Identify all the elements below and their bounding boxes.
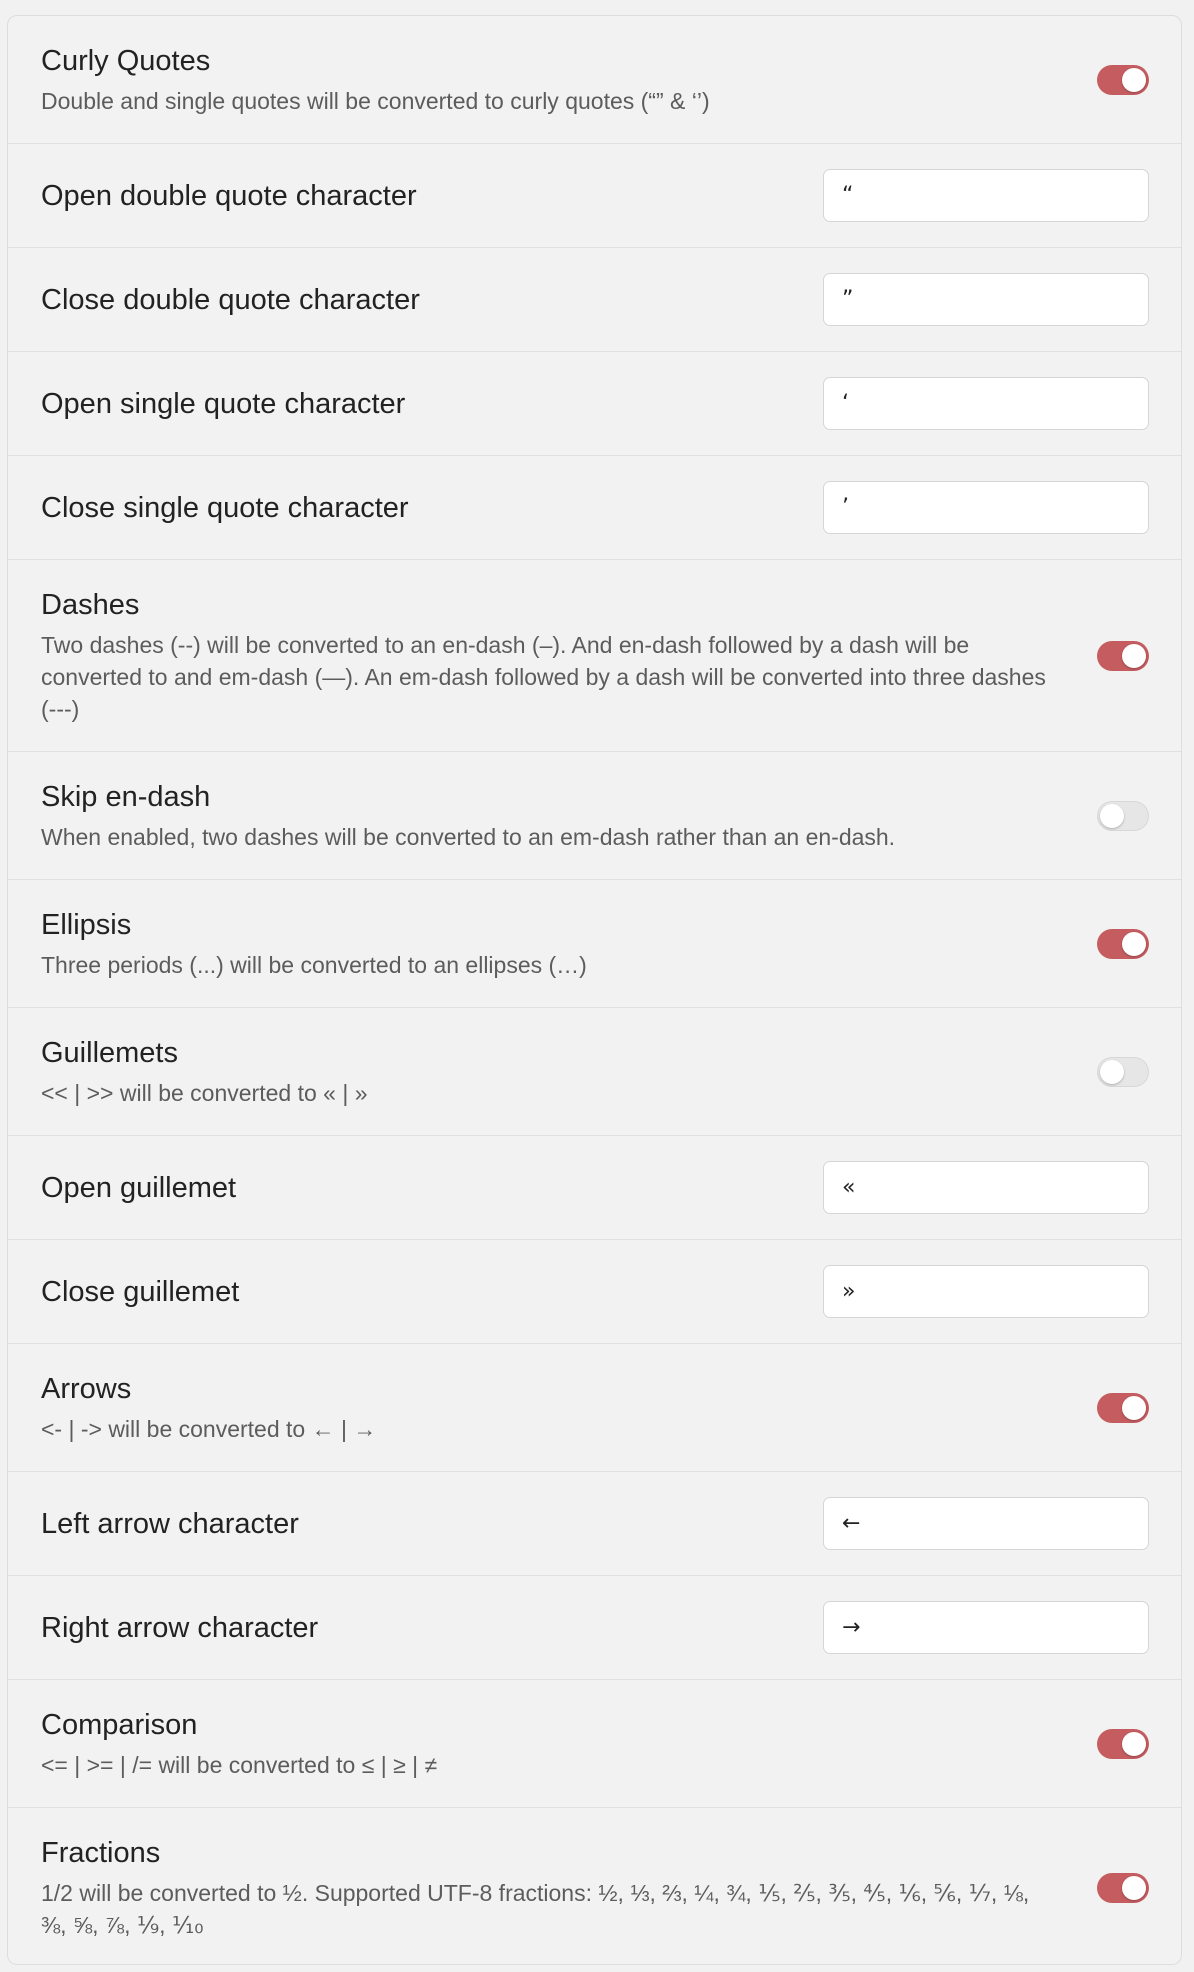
- setting-description: << | >> will be converted to « | »: [41, 1079, 368, 1106]
- toggle-knob: [1100, 803, 1124, 828]
- setting-open-single-quote: Open single quote character: [8, 352, 1181, 456]
- setting-skip-en-dash: Skip en-dash When enabled, two dashes wi…: [8, 752, 1181, 880]
- setting-close-single-quote: Close single quote character: [8, 456, 1181, 560]
- setting-title: Open single quote character: [41, 387, 406, 420]
- toggle-knob: [1122, 931, 1146, 956]
- curly-quotes-toggle[interactable]: [1097, 64, 1149, 95]
- right-arrow-input[interactable]: [823, 1601, 1149, 1654]
- ellipsis-toggle[interactable]: [1097, 928, 1149, 959]
- close-guillemet-input[interactable]: [823, 1265, 1149, 1318]
- setting-info: Open guillemet: [41, 1170, 823, 1206]
- close-double-quote-input[interactable]: [823, 273, 1149, 326]
- fractions-toggle[interactable]: [1097, 1873, 1149, 1903]
- settings-panel: Curly Quotes Double and single quotes wi…: [7, 15, 1182, 1965]
- setting-arrows: Arrows <- | -> will be converted to ← | …: [8, 1344, 1181, 1472]
- toggle-knob: [1122, 643, 1146, 668]
- setting-info: Left arrow character: [41, 1506, 823, 1542]
- setting-dashes: Dashes Two dashes (--) will be converted…: [8, 560, 1181, 752]
- open-double-quote-input[interactable]: [823, 169, 1149, 222]
- setting-close-guillemet: Close guillemet: [8, 1240, 1181, 1344]
- setting-title: Comparison: [41, 1708, 198, 1741]
- setting-info: Close single quote character: [41, 490, 823, 526]
- setting-title: Right arrow character: [41, 1611, 319, 1644]
- setting-info: Close double quote character: [41, 282, 823, 318]
- setting-left-arrow: Left arrow character: [8, 1472, 1181, 1576]
- setting-info: Arrows <- | -> will be converted to ← | …: [41, 1371, 1097, 1445]
- setting-title: Close guillemet: [41, 1275, 240, 1308]
- setting-title: Ellipsis: [41, 908, 132, 941]
- setting-info: Open double quote character: [41, 178, 823, 214]
- setting-info: Curly Quotes Double and single quotes wi…: [41, 43, 1097, 117]
- setting-title: Left arrow character: [41, 1507, 299, 1540]
- setting-title: Close single quote character: [41, 491, 409, 524]
- setting-ellipsis: Ellipsis Three periods (...) will be con…: [8, 880, 1181, 1008]
- setting-description: 1/2 will be converted to ½. Supported UT…: [41, 1880, 1030, 1938]
- toggle-knob: [1100, 1059, 1124, 1084]
- setting-info: Fractions 1/2 will be converted to ½. Su…: [41, 1835, 1097, 1941]
- setting-description: Double and single quotes will be convert…: [41, 87, 710, 114]
- toggle-knob: [1122, 1876, 1146, 1900]
- setting-open-double-quote: Open double quote character: [8, 144, 1181, 248]
- setting-title: Open double quote character: [41, 179, 417, 212]
- close-single-quote-input[interactable]: [823, 481, 1149, 534]
- open-single-quote-input[interactable]: [823, 377, 1149, 430]
- arrows-toggle[interactable]: [1097, 1392, 1149, 1423]
- setting-description: <= | >= | /= will be converted to ≤ | ≥ …: [41, 1751, 438, 1778]
- setting-info: Guillemets << | >> will be converted to …: [41, 1035, 1097, 1109]
- setting-description: <- | -> will be converted to ← | →: [41, 1415, 377, 1442]
- toggle-knob: [1122, 1731, 1146, 1756]
- setting-title: Fractions: [41, 1837, 161, 1869]
- setting-info: Right arrow character: [41, 1610, 823, 1646]
- setting-title: Guillemets: [41, 1036, 178, 1069]
- setting-title: Arrows: [41, 1372, 132, 1405]
- setting-info: Dashes Two dashes (--) will be converted…: [41, 587, 1097, 725]
- setting-info: Comparison <= | >= | /= will be converte…: [41, 1707, 1097, 1781]
- setting-title: Skip en-dash: [41, 780, 211, 813]
- setting-guillemets: Guillemets << | >> will be converted to …: [8, 1008, 1181, 1136]
- setting-comparison: Comparison <= | >= | /= will be converte…: [8, 1680, 1181, 1808]
- setting-info: Ellipsis Three periods (...) will be con…: [41, 907, 1097, 981]
- toggle-knob: [1122, 1395, 1146, 1420]
- dashes-toggle[interactable]: [1097, 640, 1149, 671]
- setting-open-guillemet: Open guillemet: [8, 1136, 1181, 1240]
- comparison-toggle[interactable]: [1097, 1728, 1149, 1759]
- setting-title: Open guillemet: [41, 1171, 237, 1204]
- setting-title: Dashes: [41, 588, 140, 621]
- setting-right-arrow: Right arrow character: [8, 1576, 1181, 1680]
- setting-info: Skip en-dash When enabled, two dashes wi…: [41, 779, 1097, 853]
- setting-curly-quotes: Curly Quotes Double and single quotes wi…: [8, 16, 1181, 144]
- setting-description: When enabled, two dashes will be convert…: [41, 823, 896, 850]
- setting-info: Open single quote character: [41, 386, 823, 422]
- setting-fractions: Fractions 1/2 will be converted to ½. Su…: [8, 1808, 1181, 1964]
- left-arrow-input[interactable]: [823, 1497, 1149, 1550]
- open-guillemet-input[interactable]: [823, 1161, 1149, 1214]
- setting-description: Two dashes (--) will be converted to an …: [41, 631, 1046, 722]
- guillemets-toggle[interactable]: [1097, 1056, 1149, 1087]
- setting-description: Three periods (...) will be converted to…: [41, 951, 587, 978]
- setting-title: Close double quote character: [41, 283, 420, 316]
- skip-en-dash-toggle[interactable]: [1097, 800, 1149, 831]
- setting-close-double-quote: Close double quote character: [8, 248, 1181, 352]
- toggle-knob: [1122, 67, 1146, 92]
- setting-info: Close guillemet: [41, 1274, 823, 1310]
- setting-title: Curly Quotes: [41, 44, 211, 77]
